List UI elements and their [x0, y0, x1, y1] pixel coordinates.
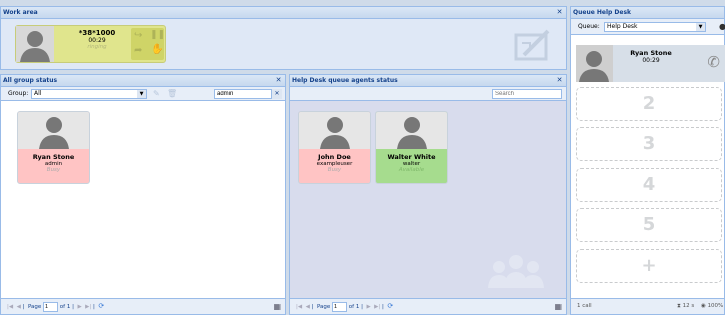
queue-select[interactable]: Help Desk ▼ — [604, 22, 706, 32]
caller-duration: 00:29 — [642, 57, 660, 64]
group-status-header: All group status ✕ — [1, 75, 285, 87]
agent-avatar — [376, 112, 447, 149]
page-of-label: of 1 — [59, 304, 71, 310]
prev-page-icon[interactable]: ◀ — [306, 304, 310, 310]
group-pager: |◀ ◀ | Page of 1 | ▶ ▶| | ⟳ ▦ — [1, 298, 285, 314]
queue-agents-pager: |◀ ◀ | Page of 1 | ▶ ▶| | ⟳ ▦ — [290, 298, 566, 314]
queue-help-header: Queue Help Desk — [571, 7, 724, 19]
queue-agents-toolbar — [290, 87, 566, 101]
group-select-value: All — [34, 90, 42, 97]
queue-caller-row[interactable]: Ryan Stone 00:29 ✆ — [576, 45, 725, 82]
group-toolbar: Group: All ▼ ✎ 🗑 ✕ — [1, 87, 285, 101]
trash-icon[interactable]: 🗑 — [167, 89, 177, 98]
page-label: Page — [27, 304, 42, 310]
user-icon[interactable]: ● — [719, 22, 725, 31]
group-status-title: All group status — [3, 77, 58, 84]
refresh-icon[interactable]: ⟳ — [98, 302, 104, 310]
queue-slot: + — [576, 249, 722, 283]
gauge-icon: ◉ — [701, 303, 706, 309]
agent-card[interactable]: Ryan Stone admin Busy — [17, 111, 90, 184]
clear-search-icon[interactable]: ✕ — [272, 89, 282, 99]
queue-toolbar: Queue: Help Desk ▼ ● — [571, 19, 725, 35]
group-select[interactable]: All ▼ — [31, 89, 147, 99]
grid-view-icon[interactable]: ▦ — [554, 299, 562, 314]
close-icon[interactable]: ✕ — [274, 76, 283, 85]
queue-agents-search-input[interactable] — [492, 89, 562, 99]
group-status-panel: All group status ✕ Group: All ▼ ✎ 🗑 ✕ Ryan… — [0, 74, 286, 315]
first-page-icon[interactable]: |◀ — [296, 304, 302, 310]
queue-slot: 3 — [576, 127, 722, 161]
agent-name: Ryan Stone — [32, 153, 75, 161]
page-input[interactable] — [332, 302, 348, 312]
hourglass-icon: ⧗ — [677, 303, 681, 309]
page-input[interactable] — [43, 302, 59, 312]
agent-avatar — [18, 112, 89, 149]
transfer-icon[interactable]: ➦ — [134, 45, 142, 56]
agent-name: John Doe — [318, 153, 351, 161]
call-widget[interactable]: *38*1000 00:29 ringing ↪ ❚❚ ➦ ✋ — [15, 25, 166, 63]
last-page-icon[interactable]: ▶| — [374, 304, 380, 310]
queue-slot: 5 — [576, 208, 722, 242]
chevron-down-icon[interactable]: ▼ — [137, 90, 146, 98]
agent-avatar — [299, 112, 370, 149]
caller-name: Ryan Stone — [630, 49, 672, 57]
queue-help-title: Queue Help Desk — [573, 9, 632, 16]
grid-view-icon[interactable]: ▦ — [273, 299, 281, 314]
call-number: *38*1000 — [78, 29, 116, 37]
queue-select-value: Help Desk — [607, 23, 638, 30]
work-area-title: Work area — [3, 9, 38, 16]
close-icon[interactable]: ✕ — [555, 76, 564, 85]
agent-status: Busy — [46, 167, 61, 173]
queue-slot: 4 — [576, 168, 722, 202]
next-page-icon[interactable]: ▶ — [77, 304, 81, 310]
work-area-header: Work area ✕ — [1, 7, 566, 19]
agent-card[interactable]: Walter White walter Available — [375, 111, 448, 184]
page-of-label: of 1 — [348, 304, 360, 310]
call-status: ringing — [87, 44, 107, 50]
group-watermark-icon — [488, 255, 544, 288]
queue-agents-panel: Help Desk queue agents status ✕ John Doe … — [289, 74, 567, 315]
caller-avatar — [576, 45, 613, 82]
queue-agents-title: Help Desk queue agents status — [292, 77, 398, 84]
first-page-icon[interactable]: |◀ — [7, 304, 13, 310]
refresh-icon[interactable]: ⟳ — [387, 302, 393, 310]
call-duration: 00:29 — [88, 37, 106, 44]
call-count: 1 call — [577, 303, 592, 309]
work-area-panel: Work area ✕ *38*1000 00:29 ringing ↪ ❚❚ ➦… — [0, 6, 567, 70]
queue-slot: 2 — [576, 87, 722, 121]
chevron-down-icon[interactable]: ▼ — [696, 23, 705, 31]
edit-icon[interactable]: ✎ — [153, 89, 160, 98]
wait-time: 12 s — [682, 303, 695, 309]
record-icon[interactable]: ✋ — [151, 44, 163, 55]
agent-card[interactable]: John Doe exampleuser Busy — [298, 111, 371, 184]
service-level: 100% — [707, 303, 724, 309]
next-page-icon[interactable]: ▶ — [366, 304, 370, 310]
queue-agents-header: Help Desk queue agents status ✕ — [290, 75, 566, 87]
caller-avatar — [16, 26, 54, 62]
agent-name: Walter White — [387, 153, 436, 161]
prev-page-icon[interactable]: ◀ — [17, 304, 21, 310]
queue-label: Queue: — [578, 23, 600, 30]
queue-help-panel: Queue Help Desk Queue: Help Desk ▼ ● Ryan… — [570, 6, 725, 315]
group-search-input[interactable] — [214, 89, 272, 99]
phone-icon[interactable]: ✆ — [707, 53, 720, 71]
last-page-icon[interactable]: ▶| — [85, 304, 91, 310]
agent-status: Busy — [327, 167, 342, 173]
work-area-logo-icon — [514, 29, 550, 61]
queue-footer: 1 call ⧗ 12 s ◉ 100% — [571, 298, 724, 314]
agent-status: Available — [398, 167, 425, 173]
hangup-icon[interactable]: ↪ — [134, 30, 142, 41]
group-label: Group: — [8, 90, 29, 97]
close-icon[interactable]: ✕ — [555, 8, 564, 17]
pause-icon[interactable]: ❚❚ — [150, 30, 165, 40]
page-label: Page — [316, 304, 331, 310]
